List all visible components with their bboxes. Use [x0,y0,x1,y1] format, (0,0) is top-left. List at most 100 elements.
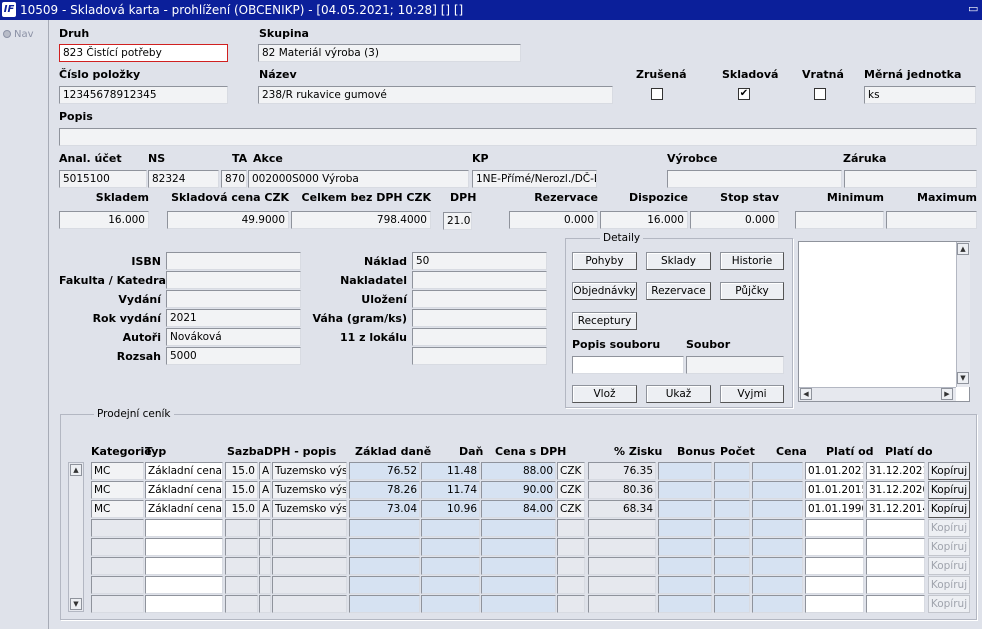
cell-typ[interactable] [145,519,223,537]
scroll-up-icon[interactable]: ▲ [957,243,969,255]
cell-dan[interactable] [421,595,480,613]
cell-cena[interactable] [752,519,803,537]
cell-plati-do[interactable] [866,519,925,537]
rok-field[interactable]: 2021 [166,309,301,327]
cell-zisk[interactable]: 76.35 [588,462,656,480]
cell-cena-dph[interactable]: 90.00 [481,481,556,499]
cell-kategorie[interactable]: MC [91,481,144,499]
max-field[interactable] [886,211,977,229]
cell-dan[interactable] [421,519,480,537]
ulozeni-field[interactable] [412,290,547,308]
cenik-scroll-down-icon[interactable]: ▼ [70,598,82,610]
cell-bonus[interactable] [658,538,712,556]
cell-zaklad[interactable]: 78.26 [349,481,420,499]
nav-button[interactable]: Nav [3,29,34,40]
cell-cena-dph[interactable] [481,576,556,594]
cell-zaklad[interactable]: 73.04 [349,500,420,518]
akce-field[interactable]: 002000S000 Výroba [248,170,469,188]
cell-sazba[interactable] [225,595,258,613]
cell-zisk[interactable] [588,595,656,613]
zaruka-field[interactable] [844,170,977,188]
cell-bonus[interactable] [658,462,712,480]
cell-typ[interactable] [145,576,223,594]
rozsah-field[interactable]: 5000 [166,347,301,365]
cell-plati-do[interactable]: 31.12.2014 [866,500,925,518]
pujcky-button[interactable]: Půjčky [720,282,784,300]
rezervace-button[interactable]: Rezervace [646,282,711,300]
celkem-field[interactable]: 798.4000 [291,211,431,229]
cell-zaklad[interactable] [349,538,420,556]
cell-dan[interactable]: 10.96 [421,500,480,518]
cell-dph-popis[interactable] [272,595,347,613]
cell-dan[interactable] [421,557,480,575]
cell-kategorie[interactable] [91,595,144,613]
cell-pocet[interactable] [714,557,750,575]
cell-kategorie[interactable] [91,557,144,575]
restore-icon[interactable]: ▭ [968,2,978,15]
vloz-button[interactable]: Vlož [572,385,637,403]
cell-cena[interactable] [752,481,803,499]
cell-zisk[interactable] [588,576,656,594]
cell-plati-do[interactable] [866,557,925,575]
cell-cena[interactable] [752,557,803,575]
scroll-left-icon[interactable]: ◀ [800,388,812,400]
cell-zaklad[interactable] [349,576,420,594]
cell-mena[interactable] [557,538,585,556]
cell-cena-dph[interactable] [481,519,556,537]
cell-typ[interactable]: Základní cena [145,481,223,499]
zrusena-checkbox[interactable] [651,88,663,100]
cell-bonus[interactable] [658,519,712,537]
cell-dph-popis[interactable] [272,519,347,537]
cell-plati-od[interactable] [805,576,864,594]
cell-sazba[interactable] [225,519,258,537]
cell-zaklad[interactable]: 76.52 [349,462,420,480]
ukaz-button[interactable]: Ukaž [646,385,711,403]
cell-plati-do[interactable] [866,538,925,556]
cenik-scroll-up-icon[interactable]: ▲ [70,464,82,476]
cell-plati-od[interactable] [805,595,864,613]
cell-dph-popis[interactable]: Tuzemsko výst [272,481,347,499]
copy-button[interactable]: Kopíruj [928,595,970,613]
cell-bonus[interactable] [658,481,712,499]
cell-dan[interactable] [421,538,480,556]
cell-zisk[interactable] [588,538,656,556]
min-field[interactable] [795,211,884,229]
cell-pocet[interactable] [714,519,750,537]
cell-kategorie[interactable]: MC [91,462,144,480]
nakladatel-field[interactable] [412,271,547,289]
cell-sazba[interactable]: 15.0 [225,462,258,480]
cell-sazba[interactable] [225,538,258,556]
cell-cena[interactable] [752,500,803,518]
cell-bonus[interactable] [658,500,712,518]
cell-pocet[interactable] [714,538,750,556]
scroll-down-icon[interactable]: ▼ [957,372,969,384]
cell-dph-popis[interactable] [272,538,347,556]
objednavky-button[interactable]: Objednávky [572,282,637,300]
cell-mena[interactable] [557,519,585,537]
cell-cena-dph[interactable]: 84.00 [481,500,556,518]
cell-zaklad[interactable] [349,595,420,613]
lokal-field[interactable] [412,328,547,346]
cell-dph-code[interactable] [259,595,271,613]
scroll-right-icon[interactable]: ▶ [941,388,953,400]
cell-dph-code[interactable]: A [259,481,271,499]
cell-cena[interactable] [752,462,803,480]
cell-bonus[interactable] [658,557,712,575]
cell-dph-popis[interactable]: Tuzemsko výst [272,500,347,518]
copy-button[interactable]: Kopíruj [928,481,970,499]
cell-dph-popis[interactable] [272,576,347,594]
cell-mena[interactable] [557,595,585,613]
vydani-field[interactable] [166,290,301,308]
nazev-field[interactable]: 238/R rukavice gumové [258,86,613,104]
cell-typ[interactable] [145,538,223,556]
cell-dan[interactable] [421,576,480,594]
cell-dan[interactable]: 11.48 [421,462,480,480]
cell-cena[interactable] [752,538,803,556]
sklady-button[interactable]: Sklady [646,252,711,270]
cell-zisk[interactable] [588,519,656,537]
cell-plati-do[interactable] [866,595,925,613]
cell-dph-code[interactable] [259,557,271,575]
vyrobce-field[interactable] [667,170,842,188]
cell-cena[interactable] [752,576,803,594]
cell-kategorie[interactable] [91,519,144,537]
